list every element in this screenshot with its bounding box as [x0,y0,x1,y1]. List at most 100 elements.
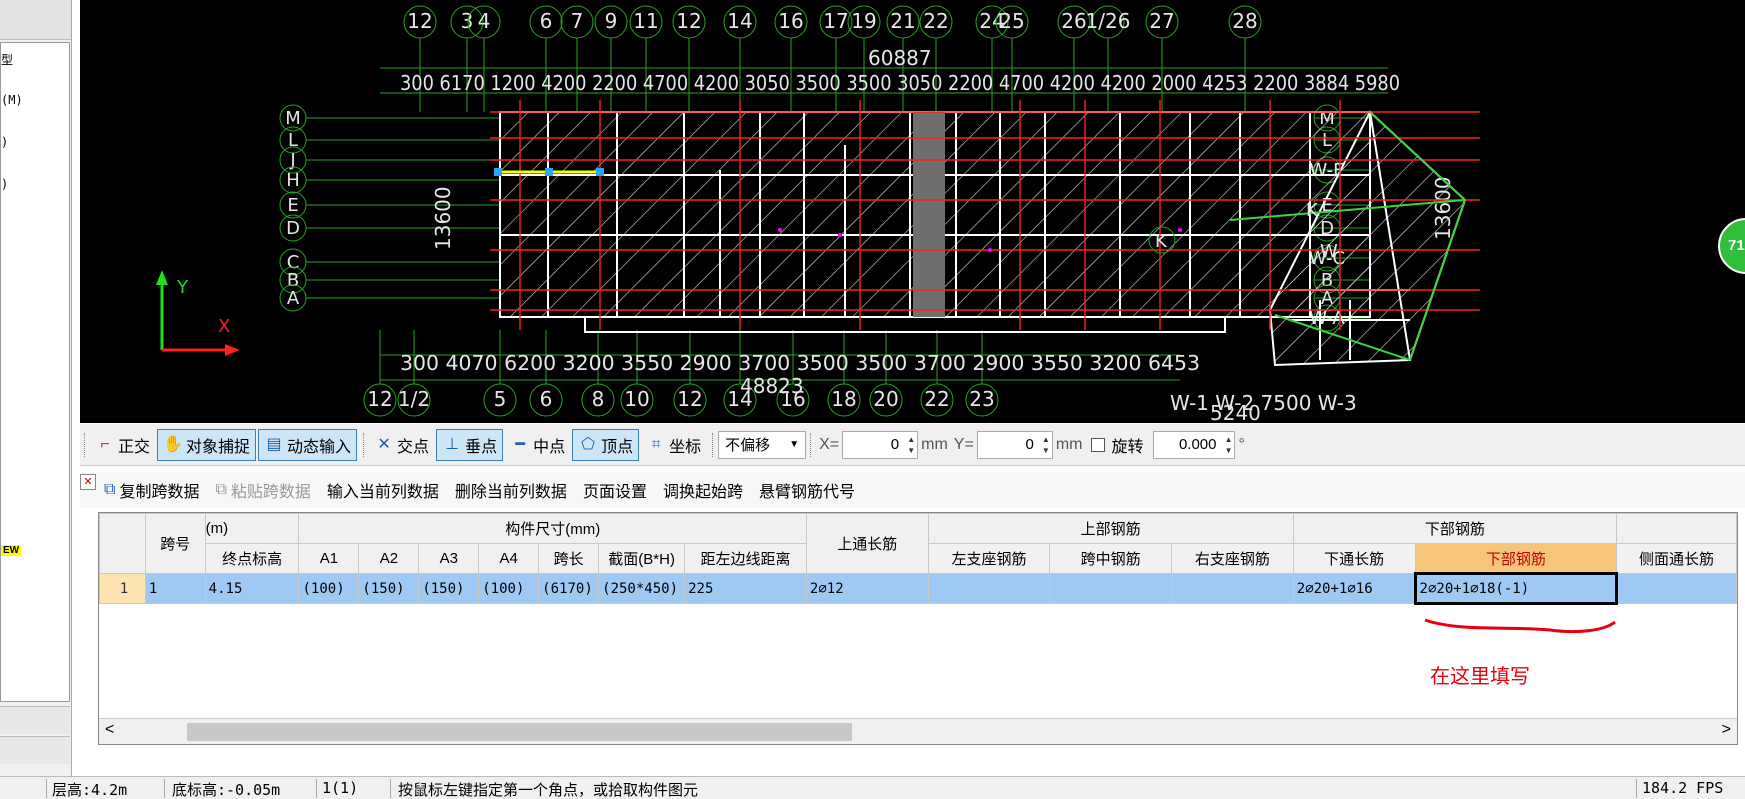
span-length-cell[interactable]: (6170) [538,573,600,604]
scrollbar-thumb[interactable] [187,723,852,741]
mid-span-cell[interactable] [1049,573,1173,604]
copy-span-button[interactable]: ⧉ 复制跨数据 [104,478,199,502]
cad-viewport[interactable]: 12 3 4 6 7 9 11 12 14 16 17 19 21 22 24 25 26 1/26 27 28 12… [80,0,1745,423]
left-panel-item[interactable]: ) [1,177,8,191]
page-setup-button[interactable]: 页面设置 [583,478,647,502]
spin-arrows-icon[interactable]: ▲ ▼ [1042,434,1050,456]
a1-cell[interactable]: (100) [298,573,360,604]
end-elev-cell[interactable]: 4.15 [204,573,300,604]
vertex-snap[interactable]: ⬠ 顶点 [572,428,640,461]
bottom-long-header[interactable]: 下通长筋 [1292,543,1416,574]
a4-cell[interactable]: (100) [478,573,540,604]
right-support-cell[interactable] [1171,573,1294,604]
bottom-bar-header[interactable]: 下部钢筋 [1414,543,1618,574]
object-snap-label: 对象捕捉 [186,438,251,456]
axis-label: 12 [676,9,701,33]
left-panel-item[interactable]: 型 [1,51,13,68]
a2-cell[interactable]: (150) [358,573,420,604]
a2-header[interactable]: A2 [358,543,420,574]
left-panel-button[interactable] [0,736,70,764]
axis-label: M [285,108,301,129]
edge-distance-header[interactable]: 距左边线距离 [684,543,807,574]
axis-label: 1/26 [1086,9,1131,33]
chevron-down-icon: ▼ [789,439,800,450]
input-column-button[interactable]: 输入当前列数据 [327,478,439,502]
left-dimension: 13600 [431,186,455,250]
cantilever-code-button[interactable]: 悬臂钢筋代号 [759,478,855,502]
span-no-header[interactable]: 跨号 [144,513,206,574]
axis-label: J [289,150,295,171]
midpoint-snap[interactable]: ━ 中点 [505,429,570,461]
object-snap-icon: ✋ [163,435,183,453]
object-snap-toggle[interactable]: ✋ 对象捕捉 [157,428,257,461]
span-length-header[interactable]: 跨长 [538,543,600,574]
top-long-cell[interactable]: 2⌀12 [805,573,929,604]
section-header[interactable]: 截面(B*H) [598,543,686,574]
intersection-snap[interactable]: ✕ 交点 [369,429,434,461]
bottom-bar-cell[interactable]: 2⌀20+1⌀18(-1) [1413,572,1619,605]
row-number[interactable]: 1 [99,573,146,604]
left-support-header[interactable]: 左支座钢筋 [927,543,1051,574]
left-panel-item[interactable]: ) [1,135,8,149]
end-elev-header[interactable]: 终点标高 [204,543,300,574]
horizontal-scrollbar[interactable]: < > [99,718,1737,744]
section-cell[interactable]: (250*450) [598,573,686,604]
top-long-header[interactable]: 上通长筋 [805,513,929,574]
side-long-header[interactable]: 侧面通长筋 [1616,543,1737,574]
ortho-toggle[interactable]: ⌐ 正交 [90,429,155,461]
left-panel-list: 型 (M) ) ) EW [0,42,70,702]
left-support-cell[interactable] [927,573,1051,604]
a3-cell[interactable]: (150) [418,573,480,604]
x-label: X= [819,435,840,453]
delete-column-button[interactable]: 删除当前列数据 [455,478,567,502]
x-offset-value: 0 [890,436,900,453]
a4-header[interactable]: A4 [478,543,540,574]
side-long-cell[interactable] [1616,573,1737,604]
y-offset-input[interactable]: 0 ▲ ▼ [976,430,1053,459]
right-support-header[interactable]: 右支座钢筋 [1171,543,1294,574]
coordinate-icon: ⌗ [651,435,661,453]
intersection-label: 交点 [397,438,430,456]
table-row[interactable]: 1 1 4.15 (100) (150) (150) (100) (6170) … [99,572,1737,605]
offset-mode-select[interactable]: 不偏移 ▼ [718,430,807,459]
bottom-rebar-header[interactable]: 下部钢筋 [1292,513,1618,544]
left-panel-button[interactable] [0,706,70,734]
paste-span-button[interactable]: ⧉ 粘贴跨数据 [215,478,310,502]
left-panel-item[interactable]: (M) [1,93,23,107]
a1-header[interactable]: A1 [298,543,360,574]
x-offset-input[interactable]: 0 ▲ ▼ [842,430,919,459]
rotate-checkbox[interactable] [1091,437,1106,452]
coordinate-snap[interactable]: ⌗ 坐标 [641,429,706,461]
elevation-header[interactable]: (m) [204,513,300,544]
annotation-text: 在这里填写 [1430,664,1530,688]
axis-label: 12 [407,9,432,33]
spin-arrows-icon[interactable]: ▲ ▼ [907,434,915,456]
dynamic-input-toggle[interactable]: ▤ 动态输入 [258,428,358,461]
close-icon[interactable]: ✕ [80,474,96,490]
axis-label: 8 [592,387,605,411]
bottom-long-cell[interactable]: 2⌀20+1⌀16 [1292,573,1416,604]
floor-plan-drawing: 12 3 4 6 7 9 11 12 14 16 17 19 21 22 2425 261/26 27 28 12… [156,5,1480,423]
top-rebar-header[interactable]: 上部钢筋 [927,513,1294,544]
span-cell[interactable]: 1 [144,573,206,604]
coordinate-label: 坐标 [669,438,702,456]
perpendicular-snap[interactable]: ⊥ 垂点 [436,428,504,461]
building-plan [490,100,1480,367]
status-divider [390,779,391,798]
edge-distance-cell[interactable]: 225 [684,573,807,604]
scroll-left-icon[interactable]: < [105,721,114,739]
mid-span-header[interactable]: 跨中钢筋 [1049,543,1173,574]
bottom-right-dimension: 5240 [1210,401,1261,423]
left-axis-bubbles: MLJHEDCBA [279,104,500,312]
spin-arrows-icon[interactable]: ▲ ▼ [1225,434,1233,456]
scroll-right-icon[interactable]: > [1722,721,1731,739]
size-header[interactable]: 构件尺寸(mm) [298,513,807,544]
axis-label: 22 [924,387,949,411]
a3-header[interactable]: A3 [418,543,480,574]
top-total-dimension: 60887 [868,46,932,70]
rotate-angle-input[interactable]: 0.000 ▲ ▼ [1153,430,1236,459]
dynamic-input-icon: ▤ [266,435,282,453]
swap-start-span-button[interactable]: 调换起始跨 [663,478,743,502]
axis-label: 10 [624,387,649,411]
axis-label: 26 [1061,9,1086,33]
